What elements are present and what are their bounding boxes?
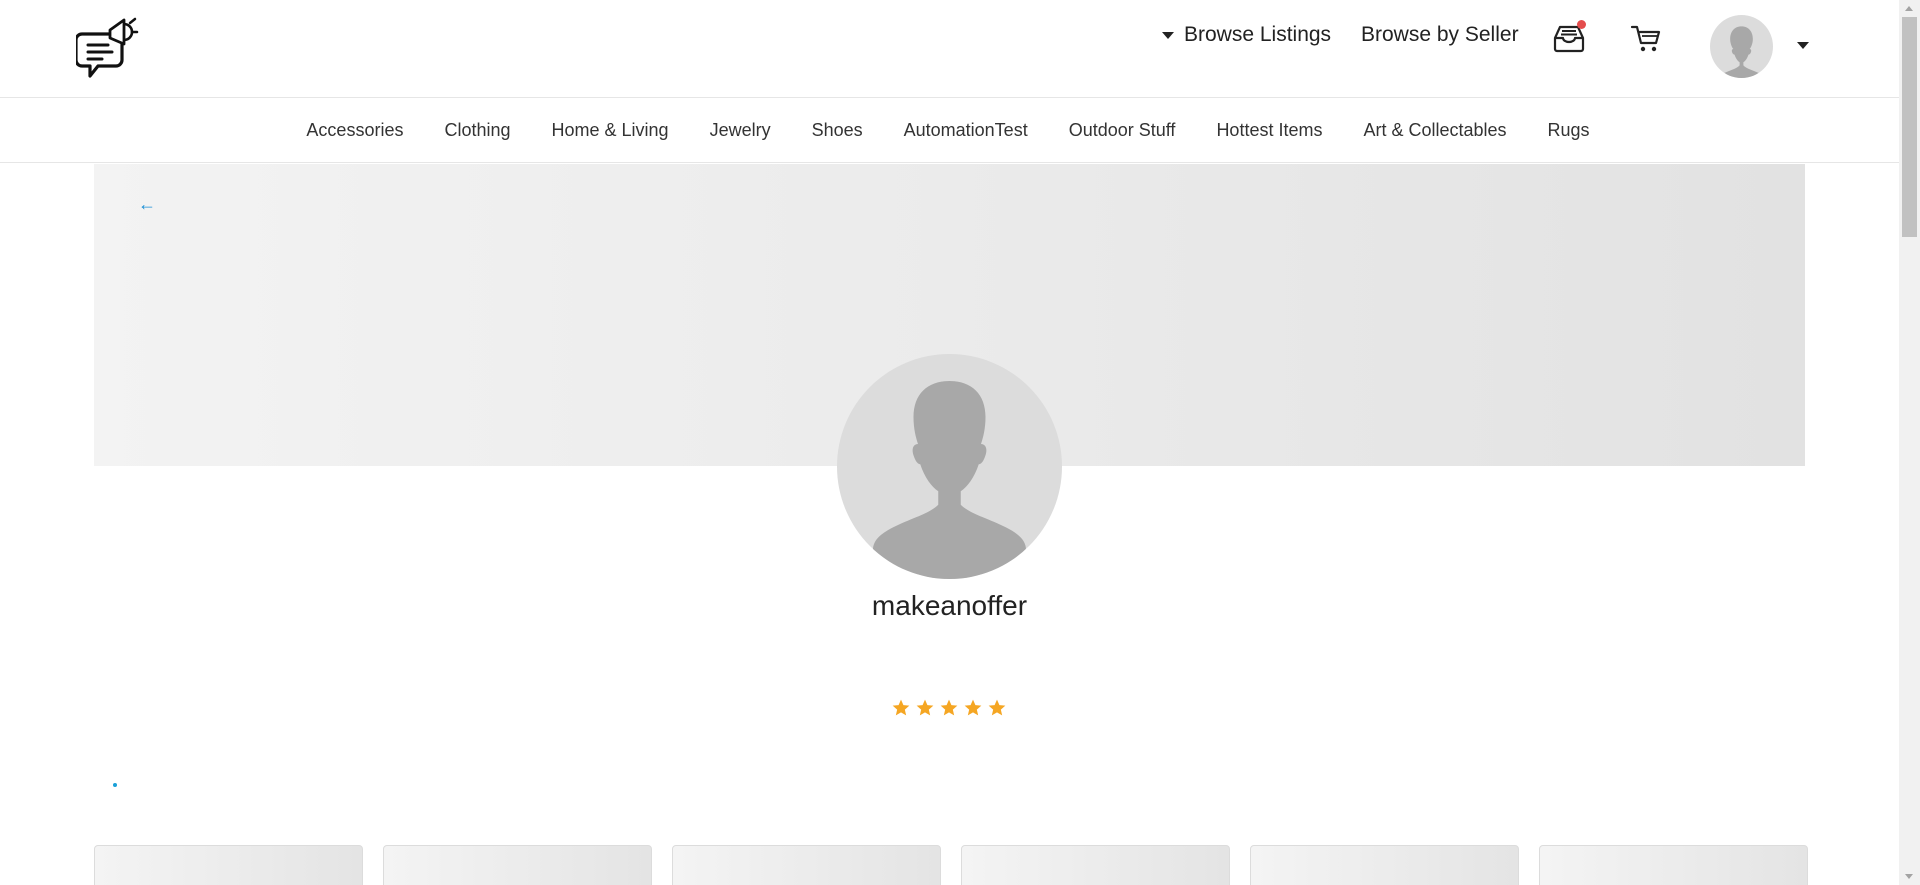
back-arrow-icon[interactable]: ← xyxy=(138,194,156,215)
category-art-collectables[interactable]: Art & Collectables xyxy=(1363,120,1506,141)
category-outdoor-stuff[interactable]: Outdoor Stuff xyxy=(1069,120,1176,141)
scroll-up-arrow-icon[interactable] xyxy=(1905,6,1913,11)
user-silhouette-icon xyxy=(1718,26,1765,78)
category-rugs[interactable]: Rugs xyxy=(1548,120,1590,141)
listing-card[interactable] xyxy=(383,845,652,885)
listing-card[interactable] xyxy=(94,845,363,885)
category-accessories[interactable]: Accessories xyxy=(306,120,403,141)
seller-avatar xyxy=(837,354,1062,579)
user-silhouette-icon xyxy=(873,381,1026,579)
star-icon xyxy=(940,699,958,716)
loading-indicator xyxy=(113,783,117,787)
scroll-thumb[interactable] xyxy=(1902,17,1917,237)
chat-megaphone-icon xyxy=(74,17,139,78)
browse-listings-dropdown[interactable]: Browse Listings xyxy=(1162,20,1331,50)
user-menu-caret-icon[interactable] xyxy=(1797,42,1809,49)
listing-card[interactable] xyxy=(961,845,1230,885)
star-icon xyxy=(892,699,910,716)
top-header: Browse Listings Browse by Seller xyxy=(0,0,1899,98)
star-icon xyxy=(964,699,982,716)
listing-card[interactable] xyxy=(1539,845,1808,885)
user-avatar[interactable] xyxy=(1710,15,1773,78)
page: Browse Listings Browse by Seller Accesso… xyxy=(0,0,1920,885)
cart-icon xyxy=(1630,25,1661,52)
category-clothing[interactable]: Clothing xyxy=(444,120,510,141)
browse-by-seller-link[interactable]: Browse by Seller xyxy=(1361,20,1519,50)
inbox-button[interactable] xyxy=(1552,20,1588,54)
browse-listings-label: Browse Listings xyxy=(1184,23,1332,46)
page-scrollbar[interactable] xyxy=(1899,0,1920,885)
star-icon xyxy=(988,699,1006,716)
category-hottest-items[interactable]: Hottest Items xyxy=(1216,120,1322,141)
listing-card[interactable] xyxy=(1250,845,1519,885)
category-automationtest[interactable]: AutomationTest xyxy=(904,120,1028,141)
listing-grid xyxy=(94,845,1808,885)
category-nav: Accessories Clothing Home & Living Jewel… xyxy=(0,99,1899,163)
browse-by-seller-label: Browse by Seller xyxy=(1361,23,1519,46)
seller-username: makeanoffer xyxy=(871,590,1028,621)
scroll-down-arrow-icon[interactable] xyxy=(1905,874,1913,879)
site-logo[interactable] xyxy=(74,14,140,82)
category-home-living[interactable]: Home & Living xyxy=(552,120,669,141)
rating-stars xyxy=(891,698,1007,718)
caret-down-icon xyxy=(1162,31,1174,39)
star-icon xyxy=(916,699,934,716)
category-shoes[interactable]: Shoes xyxy=(812,120,863,141)
listing-card[interactable] xyxy=(672,845,941,885)
cart-button[interactable] xyxy=(1630,20,1666,54)
category-jewelry[interactable]: Jewelry xyxy=(710,120,771,141)
notification-dot xyxy=(1577,20,1586,29)
